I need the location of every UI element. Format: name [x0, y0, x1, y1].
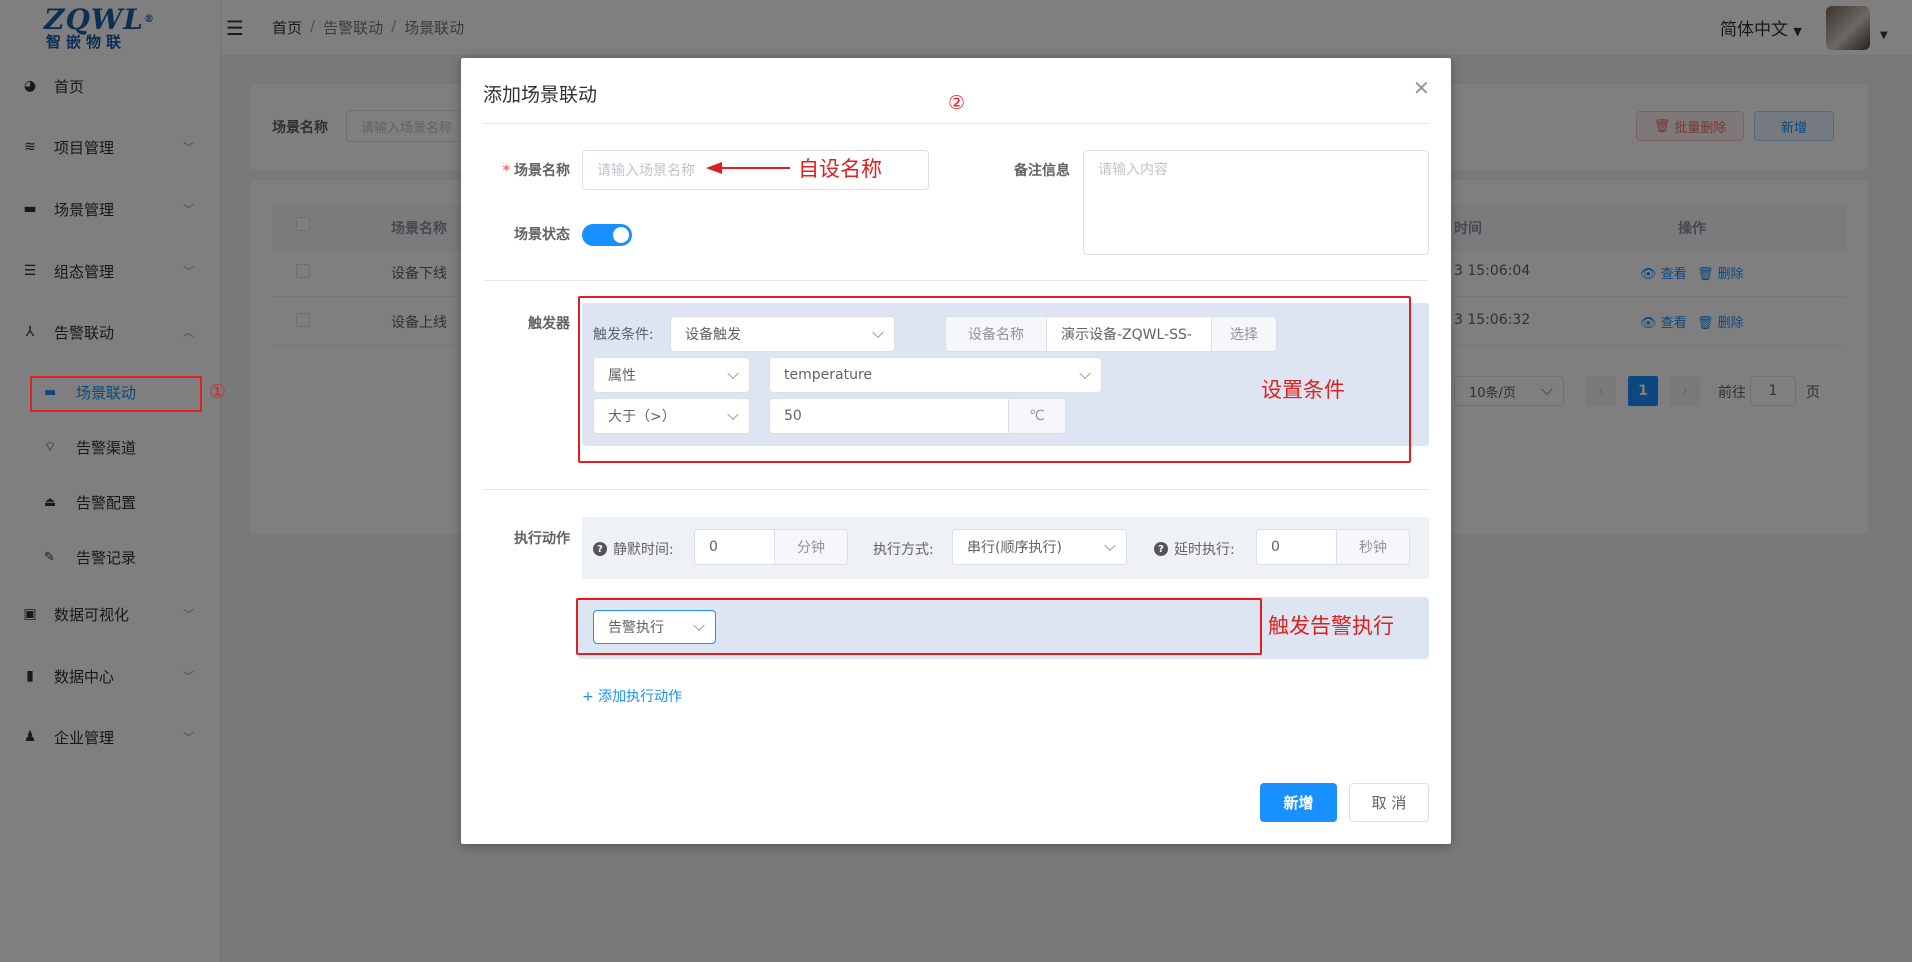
annotation-number-2: ② [948, 92, 966, 114]
annotation-condition-hint: 设置条件 [1261, 378, 1345, 402]
annotation-action-hint: 触发告警执行 [1268, 614, 1394, 638]
annotation-number-1: ① [209, 381, 227, 403]
scene-name-label: * 场景名称 [502, 163, 570, 179]
close-icon[interactable]: ✕ [1413, 76, 1430, 100]
help-icon: ? [1154, 542, 1168, 556]
add-action-link[interactable]: + 添加执行动作 [582, 686, 682, 706]
dialog-title: 添加场景联动 [483, 84, 598, 106]
annotation-name-hint: 自设名称 [798, 157, 882, 181]
exec-mode-select[interactable]: 串行(顺序执行) [952, 529, 1127, 565]
cancel-button[interactable]: 取 消 [1349, 783, 1429, 822]
exec-mode-label: 执行方式: [873, 542, 934, 558]
delay-label: ? 延时执行: [1154, 539, 1235, 559]
annotation-box-scene-linkage [30, 376, 202, 412]
action-label: 执行动作 [514, 531, 570, 547]
submit-button[interactable]: 新增 [1260, 783, 1337, 822]
delay-input[interactable]: 0 [1256, 529, 1337, 565]
annotation-arrow [706, 162, 790, 174]
scene-status-label: 场景状态 [514, 227, 570, 243]
silent-time-label: ? 静默时间: [593, 539, 674, 559]
remark-label: 备注信息 [1014, 163, 1070, 179]
silent-time-input[interactable]: 0 [694, 529, 775, 565]
help-icon: ? [593, 542, 607, 556]
trigger-label: 触发器 [528, 316, 570, 332]
annotation-box-action [576, 598, 1262, 655]
remark-textarea[interactable]: 请输入内容 [1083, 150, 1429, 255]
silent-time-unit: 分钟 [774, 529, 848, 565]
delay-unit: 秒钟 [1336, 529, 1410, 565]
scene-status-switch[interactable] [582, 224, 632, 246]
